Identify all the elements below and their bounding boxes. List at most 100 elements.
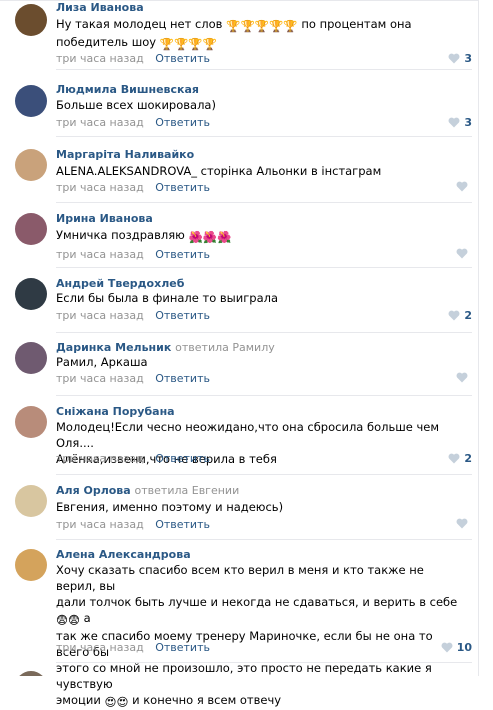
comment-item: Аля Орлова ответила Евгении Евгения, име… — [0, 477, 478, 540]
heart-icon — [448, 117, 460, 128]
comment-time[interactable]: три часа назад — [56, 372, 144, 385]
comment-text: Умничка поздравляю 🌺🌺🌺 — [56, 227, 456, 245]
comment-author[interactable]: Алена Александрова — [56, 548, 191, 561]
reply-button[interactable]: Ответить — [155, 248, 210, 261]
reply-button[interactable]: Ответить — [155, 52, 210, 65]
reply-to-label[interactable]: ответила Рамилу — [175, 341, 275, 354]
comment-meta: три часа назад Ответить — [56, 116, 210, 129]
comment-item: Сніжана Порубана Молодец!Если чесно неож… — [0, 398, 478, 475]
comment-author[interactable]: Аля Орлова ответила Евгении — [56, 484, 239, 497]
comment-author[interactable]: Сніжана Порубана — [56, 405, 175, 418]
reply-button[interactable]: Ответить — [155, 116, 210, 129]
avatar[interactable] — [15, 149, 47, 181]
like-button[interactable] — [456, 518, 472, 529]
reply-button[interactable]: Ответить — [155, 372, 210, 385]
heart-icon — [456, 372, 468, 383]
avatar[interactable] — [15, 485, 47, 517]
comment-divider — [56, 136, 472, 137]
comment-meta: три часа назад Ответить — [56, 248, 210, 261]
comment-text-line: дали толчок быть лучше и некогда не сдав… — [56, 594, 466, 628]
comment-time[interactable]: три часа назад — [56, 452, 144, 465]
reply-button[interactable]: Ответить — [155, 452, 210, 465]
like-count: 10 — [456, 641, 472, 654]
like-button[interactable] — [456, 372, 472, 383]
avatar[interactable] — [15, 406, 47, 438]
comment-divider — [56, 202, 472, 203]
comment-divider — [56, 267, 472, 268]
like-button[interactable] — [456, 181, 472, 192]
comment-author[interactable]: Маргарiта Наливайко — [56, 148, 194, 161]
avatar[interactable] — [15, 85, 47, 117]
comment-text-part: Умничка поздравляю — [56, 228, 185, 242]
comment-divider — [56, 539, 472, 540]
comments-feed: Лиза Иванова Ну такая молодец нет слов 🏆… — [0, 0, 493, 709]
comment-item: Ирина Иванова Умничка поздравляю 🌺🌺🌺 три… — [0, 205, 478, 268]
comment-time[interactable]: три часа назад — [56, 309, 144, 322]
comment-text-part: а — [83, 611, 91, 625]
heart-icon — [448, 53, 460, 64]
comment-divider — [56, 395, 472, 396]
comment-meta: три часа назад Ответить — [56, 309, 210, 322]
heart-icon — [456, 248, 468, 259]
avatar[interactable] — [15, 4, 47, 36]
like-button[interactable]: 10 — [441, 641, 472, 654]
trophy-emoji: 🏆🏆🏆🏆 — [159, 37, 218, 51]
author-name[interactable]: Даринка Мельник — [56, 341, 171, 354]
reply-button[interactable]: Ответить — [155, 181, 210, 194]
like-count: 2 — [464, 309, 472, 322]
comment-text: Ну такая молодец нет слов 🏆🏆🏆🏆🏆 по проце… — [56, 16, 456, 52]
comment-time[interactable]: три часа назад — [56, 641, 144, 654]
comment-text-line: эмоции 😍😍 и конечно я всем отвечу — [56, 692, 466, 710]
comment-text: ALENA.ALEKSANDROVA_ сторінка Альонки в і… — [56, 164, 382, 178]
comment-time[interactable]: три часа назад — [56, 518, 144, 531]
avatar[interactable] — [15, 671, 47, 676]
comment-text-line: Молодец!Если чесно неожидано,что она сбр… — [56, 420, 440, 450]
comment-item: Алена Александрова Хочу сказать спасибо … — [0, 541, 478, 709]
comment-meta: три часа назад Ответить — [56, 452, 210, 465]
comment-text-part: и конечно я всем отвечу — [132, 693, 282, 707]
right-border — [478, 0, 493, 676]
avatar[interactable] — [15, 213, 47, 245]
like-button[interactable]: 3 — [448, 52, 472, 65]
comment-meta: три часа назад Ответить — [56, 372, 210, 385]
heart-icon — [448, 310, 460, 321]
author-name[interactable]: Аля Орлова — [56, 484, 131, 497]
avatar[interactable] — [15, 278, 47, 310]
comment-item: Лиза Иванова Ну такая молодец нет слов 🏆… — [0, 0, 478, 70]
comment-text: Евгения, именно поэтому и надеюсь) — [56, 500, 284, 514]
comment-time[interactable]: три часа назад — [56, 248, 144, 261]
like-count: 3 — [464, 116, 472, 129]
like-button[interactable]: 2 — [448, 309, 472, 322]
reply-button[interactable]: Ответить — [155, 641, 210, 654]
reply-button[interactable]: Ответить — [155, 309, 210, 322]
reply-to-label[interactable]: ответила Евгении — [135, 484, 240, 497]
comment-item: Даринка Мельник ответила Рамилу Рамил, А… — [0, 334, 478, 396]
heart-icon — [441, 642, 453, 653]
like-button[interactable]: 2 — [448, 452, 472, 465]
comment-text: Больше всех шокировала) — [56, 98, 216, 112]
like-button[interactable] — [456, 248, 472, 259]
comment-text-part: Ну такая молодец нет слов — [56, 17, 223, 31]
comment-author[interactable]: Людмила Вишневская — [56, 83, 199, 96]
like-button[interactable]: 3 — [448, 116, 472, 129]
comment-time[interactable]: три часа назад — [56, 52, 144, 65]
avatar[interactable] — [15, 342, 47, 374]
comment-text: Хочу сказать спасибо всем кто верил в ме… — [56, 562, 466, 710]
comment-author[interactable]: Даринка Мельник ответила Рамилу — [56, 341, 275, 354]
comment-item: Людмила Вишневская Больше всех шокировал… — [0, 77, 478, 137]
comment-author[interactable]: Андрей Твердохлеб — [56, 277, 184, 290]
comment-divider — [56, 662, 472, 663]
comment-time[interactable]: три часа назад — [56, 116, 144, 129]
avatar[interactable] — [15, 549, 47, 581]
comment-text: Если бы была в финале то выиграла — [56, 291, 279, 305]
comment-time[interactable]: три часа назад — [56, 181, 144, 194]
flower-emoji: 🌺🌺🌺 — [188, 230, 232, 244]
reply-button[interactable]: Ответить — [155, 518, 210, 531]
comment-text-part: эмоции — [56, 693, 101, 707]
comment-meta: три часа назад Ответить — [56, 52, 210, 65]
comment-author[interactable]: Лиза Иванова — [56, 1, 144, 14]
comment-author[interactable]: Ирина Иванова — [56, 212, 153, 225]
comment-text-line: Хочу сказать спасибо всем кто верил в ме… — [56, 563, 424, 593]
heart-icon — [456, 181, 468, 192]
comment-text: Рамил, Аркаша — [56, 355, 148, 369]
